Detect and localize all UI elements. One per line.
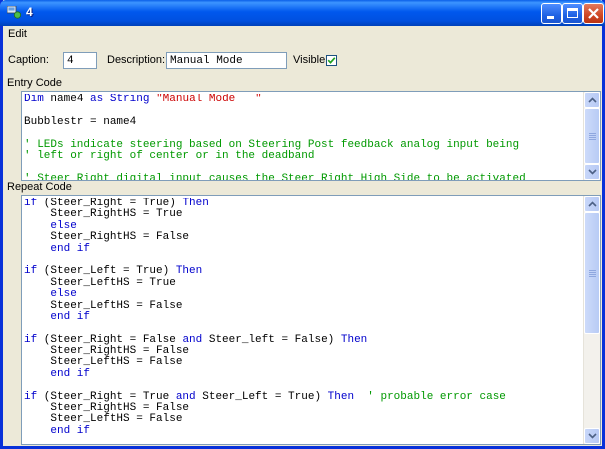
code-token: Steer_Left = True) (195, 390, 328, 403)
code-token: Then (182, 198, 209, 209)
code-token: if (24, 198, 38, 209)
visible-label: Visible (293, 54, 326, 66)
code-token: as (90, 94, 104, 105)
repeat-scroll-thumb[interactable] (584, 212, 600, 334)
entry-scroll-down-button[interactable] (584, 164, 600, 180)
code-token: Steer_RightHS = False (24, 231, 190, 244)
code-token: ' Steer Right digital input causes the S… (24, 172, 526, 180)
code-token: Then (327, 390, 355, 403)
entry-code-label: Entry Code (7, 77, 63, 89)
code-token: Steer_LeftHS = False (24, 413, 183, 426)
entry-scroll-up-button[interactable] (584, 92, 600, 108)
minimize-button[interactable] (541, 3, 562, 24)
app-icon (6, 5, 22, 19)
caption-input[interactable]: 4 (63, 52, 97, 69)
code-token: and (175, 390, 196, 403)
entry-code-text[interactable]: Dim name4 as String "Manual Mode " Bubbl… (24, 94, 583, 180)
description-label: Description: (107, 54, 166, 66)
code-token: String (109, 94, 150, 105)
description-input[interactable]: Manual Mode (166, 52, 287, 69)
chevron-up-icon (588, 201, 597, 207)
visible-checkbox[interactable] (326, 55, 337, 66)
code-token: end if (24, 310, 91, 323)
code-token: "Manual Mode " (156, 94, 262, 105)
code-token: and (182, 333, 203, 346)
window-title: 4 (26, 5, 33, 19)
code-token: if (24, 333, 38, 346)
caption-label: Caption: (8, 54, 49, 66)
code-line: end if (24, 242, 583, 255)
code-token: Then (340, 333, 368, 346)
chevron-up-icon (588, 97, 597, 103)
repeat-scroll-up-button[interactable] (584, 196, 600, 212)
code-token: if (24, 265, 38, 278)
code-token: Steer_LeftHS = False (24, 299, 183, 312)
menu-bar: Edit (3, 26, 602, 44)
code-token: (Steer_Right = True (37, 390, 176, 403)
code-line: end if (24, 367, 583, 380)
code-line: end if (24, 424, 583, 437)
code-line: Dim name4 as String "Manual Mode " (24, 94, 583, 105)
close-button[interactable] (583, 3, 604, 24)
code-token: if (24, 390, 38, 403)
code-line: Steer_RightHS = True (24, 209, 583, 220)
checkmark-icon (327, 57, 336, 64)
title-bar[interactable]: 4 (0, 0, 605, 26)
code-token: (Steer_Right = True) (37, 198, 183, 209)
maximize-icon (567, 8, 578, 18)
code-token: ' LEDs indicate steering based on Steeri… (24, 138, 520, 151)
code-token: Bubblestr = name4 (24, 115, 137, 128)
repeat-code-text[interactable]: if (Steer_Right = True) Then Steer_Right… (24, 198, 583, 444)
code-token: Steer_LeftHS = False (24, 356, 183, 369)
code-token: Steer_RightHS = True (24, 208, 183, 221)
entry-code-editor[interactable]: Dim name4 as String "Manual Mode " Bubbl… (21, 91, 601, 181)
code-token: Dim (24, 94, 44, 105)
code-line: Steer_LeftHS = False (24, 299, 583, 312)
repeat-code-label: Repeat Code (7, 181, 72, 193)
code-token: end if (24, 424, 91, 437)
code-token: else (24, 288, 77, 301)
code-token: Steer_left = False) (202, 333, 341, 346)
code-line: Bubblestr = name4 (24, 115, 583, 128)
code-token: else (24, 219, 77, 232)
code-line: Steer_LeftHS = False (24, 414, 583, 425)
code-token: (Steer_Left = True) (37, 265, 176, 278)
repeat-code-editor[interactable]: if (Steer_Right = True) Then Steer_Right… (21, 195, 601, 445)
code-line: ' left or right of center or in the dead… (24, 149, 583, 162)
code-token: ' probable error case (367, 390, 506, 403)
code-line: Steer_LeftHS = False (24, 357, 583, 368)
repeat-scroll-down-button[interactable] (584, 428, 600, 444)
code-token: Then (175, 265, 203, 278)
close-icon (588, 8, 599, 19)
code-line: Steer_RightHS = False (24, 231, 583, 244)
code-line: ' Steer Right digital input causes the S… (24, 172, 583, 180)
maximize-button[interactable] (562, 3, 583, 24)
chevron-down-icon (588, 433, 597, 439)
entry-scroll-thumb[interactable] (584, 108, 600, 164)
menu-edit[interactable]: Edit (8, 28, 27, 40)
code-token: end if (24, 367, 91, 380)
app-window: 4 Edit Caption: 4 Description: Manual Mo… (0, 0, 605, 449)
code-line: Steer_LeftHS = True (24, 276, 583, 289)
code-token: ' left or right of center or in the dead… (24, 149, 315, 162)
code-line: end if (24, 310, 583, 323)
code-token: end if (24, 242, 91, 255)
code-token: name4 (43, 94, 91, 105)
repeat-scrollbar[interactable] (583, 196, 600, 444)
entry-scrollbar[interactable] (583, 92, 600, 180)
minimize-icon (547, 16, 554, 19)
code-token: Steer_RightHS = False (24, 402, 190, 415)
chevron-down-icon (588, 169, 597, 175)
code-token: Steer_RightHS = False (24, 345, 190, 358)
code-token: Steer_LeftHS = True (24, 276, 176, 289)
code-token: (Steer_Right = False (37, 333, 183, 346)
